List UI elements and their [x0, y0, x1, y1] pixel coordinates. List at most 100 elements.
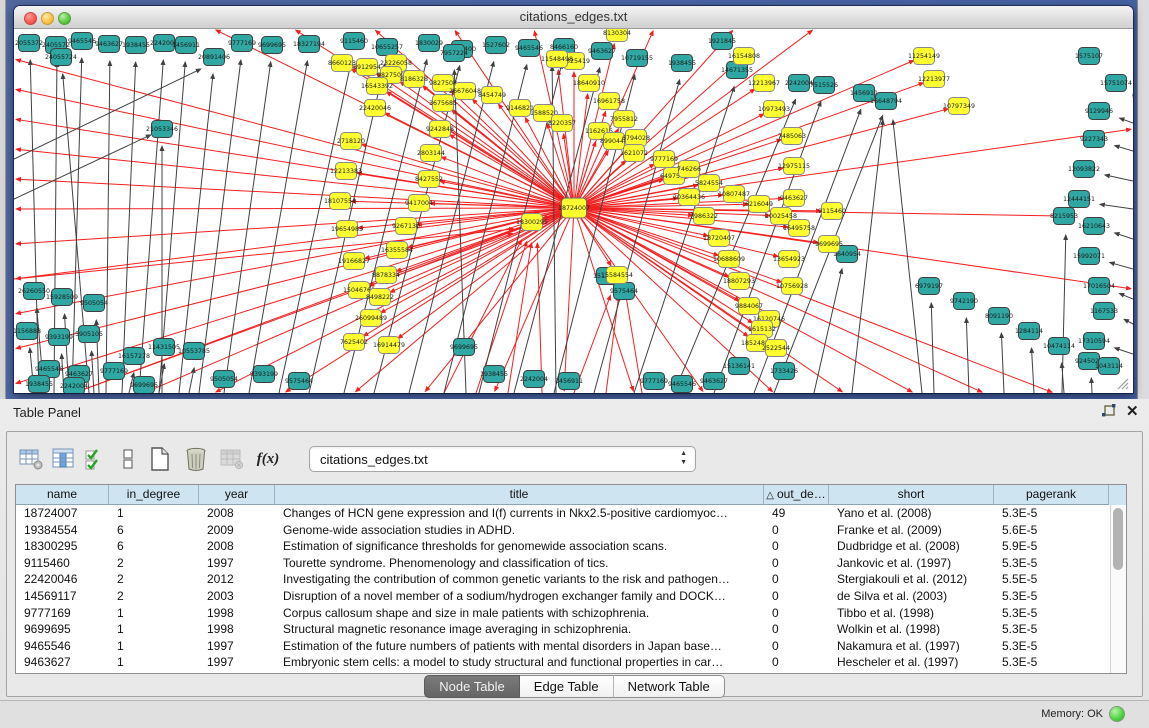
- graph-node[interactable]: 9699695: [130, 377, 158, 394]
- column-header-title[interactable]: title: [275, 485, 764, 505]
- graph-node[interactable]: 1733426: [770, 363, 798, 380]
- graph-node[interactable]: 18640910: [573, 75, 605, 92]
- graph-node[interactable]: 6216049: [745, 196, 773, 213]
- graph-node[interactable]: 10688609: [713, 251, 745, 268]
- graph-node[interactable]: 18807293: [723, 273, 755, 290]
- graph-node[interactable]: 15751074: [1100, 75, 1132, 92]
- graph-node[interactable]: 16961758: [593, 93, 625, 110]
- graph-edge[interactable]: [1110, 262, 1133, 269]
- graph-edge[interactable]: [931, 303, 934, 393]
- graph-node[interactable]: 6979197: [915, 278, 943, 295]
- table-body[interactable]: 1872400712008Changes of HCN gene express…: [16, 505, 1111, 673]
- graph-node[interactable]: 1938455: [25, 376, 53, 393]
- graph-node[interactable]: 10756928: [776, 278, 808, 295]
- graph-edge[interactable]: [14, 69, 201, 159]
- table-selector-dropdown[interactable]: citations_edges.txt ▲▼: [309, 446, 696, 472]
- graph-node[interactable]: 1527602: [482, 37, 510, 54]
- graph-node[interactable]: 9393199: [45, 329, 73, 346]
- network-canvas[interactable]: 2055372240557294655462405572494636271938…: [14, 29, 1133, 393]
- graph-node[interactable]: 10719155: [621, 50, 653, 67]
- graph-node[interactable]: 9777169: [650, 151, 678, 168]
- graph-node[interactable]: 13654923: [773, 251, 805, 268]
- graph-node[interactable]: 9115460: [818, 203, 846, 220]
- table-panel-titlebar[interactable]: Table Panel ✕: [0, 399, 1149, 425]
- graph-node[interactable]: 9463627: [588, 43, 616, 60]
- graph-node[interactable]: 12975115: [778, 158, 810, 175]
- graph-edge[interactable]: [216, 208, 574, 392]
- graph-node[interactable]: 16210643: [1078, 218, 1110, 235]
- graph-node[interactable]: 5905105: [75, 326, 103, 343]
- graph-node[interactable]: 1938455: [122, 37, 150, 54]
- graph-node[interactable]: 2718120: [337, 133, 365, 150]
- graph-node[interactable]: 9777169: [228, 35, 256, 52]
- graph-node[interactable]: 9699695: [450, 339, 478, 356]
- graph-edge[interactable]: [1119, 118, 1133, 123]
- graph-edge[interactable]: [1091, 378, 1092, 393]
- graph-node[interactable]: 8660123: [328, 55, 356, 72]
- graph-edge[interactable]: [1115, 146, 1133, 151]
- graph-node[interactable]: 9115460: [340, 33, 368, 50]
- tab-edge-table[interactable]: Edge Table: [520, 675, 614, 698]
- table-row[interactable]: 946362711997Embryonic stem cells: a mode…: [16, 654, 1111, 671]
- graph-edge[interactable]: [1105, 175, 1133, 181]
- graph-node[interactable]: 746266: [677, 161, 701, 178]
- graph-node[interactable]: 9465546: [35, 361, 63, 378]
- new-file-icon[interactable]: [145, 444, 175, 474]
- graph-node[interactable]: 8220357: [548, 115, 576, 132]
- float-panel-icon[interactable]: [1100, 403, 1118, 421]
- graph-node[interactable]: 12213383: [330, 163, 362, 180]
- table-settings-icon[interactable]: [17, 444, 47, 474]
- graph-edge[interactable]: [574, 129, 1131, 208]
- graph-edge[interactable]: [966, 318, 969, 393]
- graph-node[interactable]: 9463627: [95, 36, 123, 53]
- graph-node[interactable]: 2242004: [520, 371, 548, 388]
- graph-node[interactable]: 10797349: [943, 98, 975, 115]
- graph-node[interactable]: 1830029: [415, 35, 443, 52]
- graph-edge[interactable]: [122, 62, 136, 393]
- graph-node[interactable]: 12213967: [748, 75, 780, 92]
- graph-node[interactable]: 1575107: [1075, 48, 1103, 65]
- table-row[interactable]: 946554611997Estimation of the future num…: [16, 638, 1111, 655]
- graph-node[interactable]: 16914479: [373, 337, 405, 354]
- graph-node[interactable]: 2055372: [15, 35, 43, 52]
- graph-edge[interactable]: [249, 61, 307, 393]
- graph-node[interactable]: 11254149: [908, 48, 940, 65]
- graph-node[interactable]: 5824554: [695, 175, 723, 192]
- graph-edge[interactable]: [1031, 348, 1034, 393]
- select-rows-icon[interactable]: [81, 444, 111, 474]
- graph-node[interactable]: 9129946: [1085, 103, 1113, 120]
- graph-edge[interactable]: [814, 269, 842, 393]
- graph-node[interactable]: 8091190: [985, 308, 1013, 325]
- graph-edge[interactable]: [16, 149, 574, 208]
- graph-edge[interactable]: [1119, 293, 1133, 299]
- graph-node[interactable]: 9505054: [210, 371, 238, 388]
- scrollbar-thumb[interactable]: [1113, 508, 1123, 570]
- graph-node[interactable]: 9777169: [640, 373, 668, 390]
- graph-node[interactable]: 2242004: [60, 378, 88, 394]
- column-header-in_degree[interactable]: in_degree: [109, 485, 199, 505]
- tab-node-table[interactable]: Node Table: [424, 675, 520, 698]
- graph-node[interactable]: 15992071: [1073, 248, 1105, 265]
- graph-node[interactable]: 7986322: [690, 208, 718, 225]
- column-header-name[interactable]: name: [16, 485, 109, 505]
- graph-node[interactable]: 9699695: [258, 37, 286, 54]
- graph-node[interactable]: 1621072: [620, 145, 648, 162]
- graph-node[interactable]: 9699695: [815, 236, 843, 253]
- graph-node[interactable]: 8454749: [478, 87, 506, 104]
- graph-node[interactable]: 2242004: [785, 75, 813, 92]
- window-titlebar[interactable]: citations_edges.txt: [14, 6, 1133, 29]
- graph-node[interactable]: 9267130: [392, 218, 420, 235]
- graph-node[interactable]: 7625402: [340, 334, 368, 351]
- table-row[interactable]: 1872400712008Changes of HCN gene express…: [16, 505, 1111, 522]
- graph-edge[interactable]: [564, 208, 574, 391]
- vertical-scrollbar[interactable]: [1110, 505, 1126, 673]
- graph-node[interactable]: 9465546: [515, 40, 543, 57]
- graph-node[interactable]: 9465546: [68, 33, 96, 50]
- column-header-out_de[interactable]: △out_de…: [764, 485, 829, 505]
- graph-node[interactable]: 1921845: [708, 33, 736, 50]
- insert-column-icon[interactable]: [49, 444, 79, 474]
- graph-node[interactable]: 11431505: [148, 339, 180, 356]
- table-row[interactable]: 2242004622012Investigating the contribut…: [16, 571, 1111, 588]
- graph-edge[interactable]: [574, 94, 588, 208]
- table-row[interactable]: 1938455462009Genome-wide association stu…: [16, 522, 1111, 539]
